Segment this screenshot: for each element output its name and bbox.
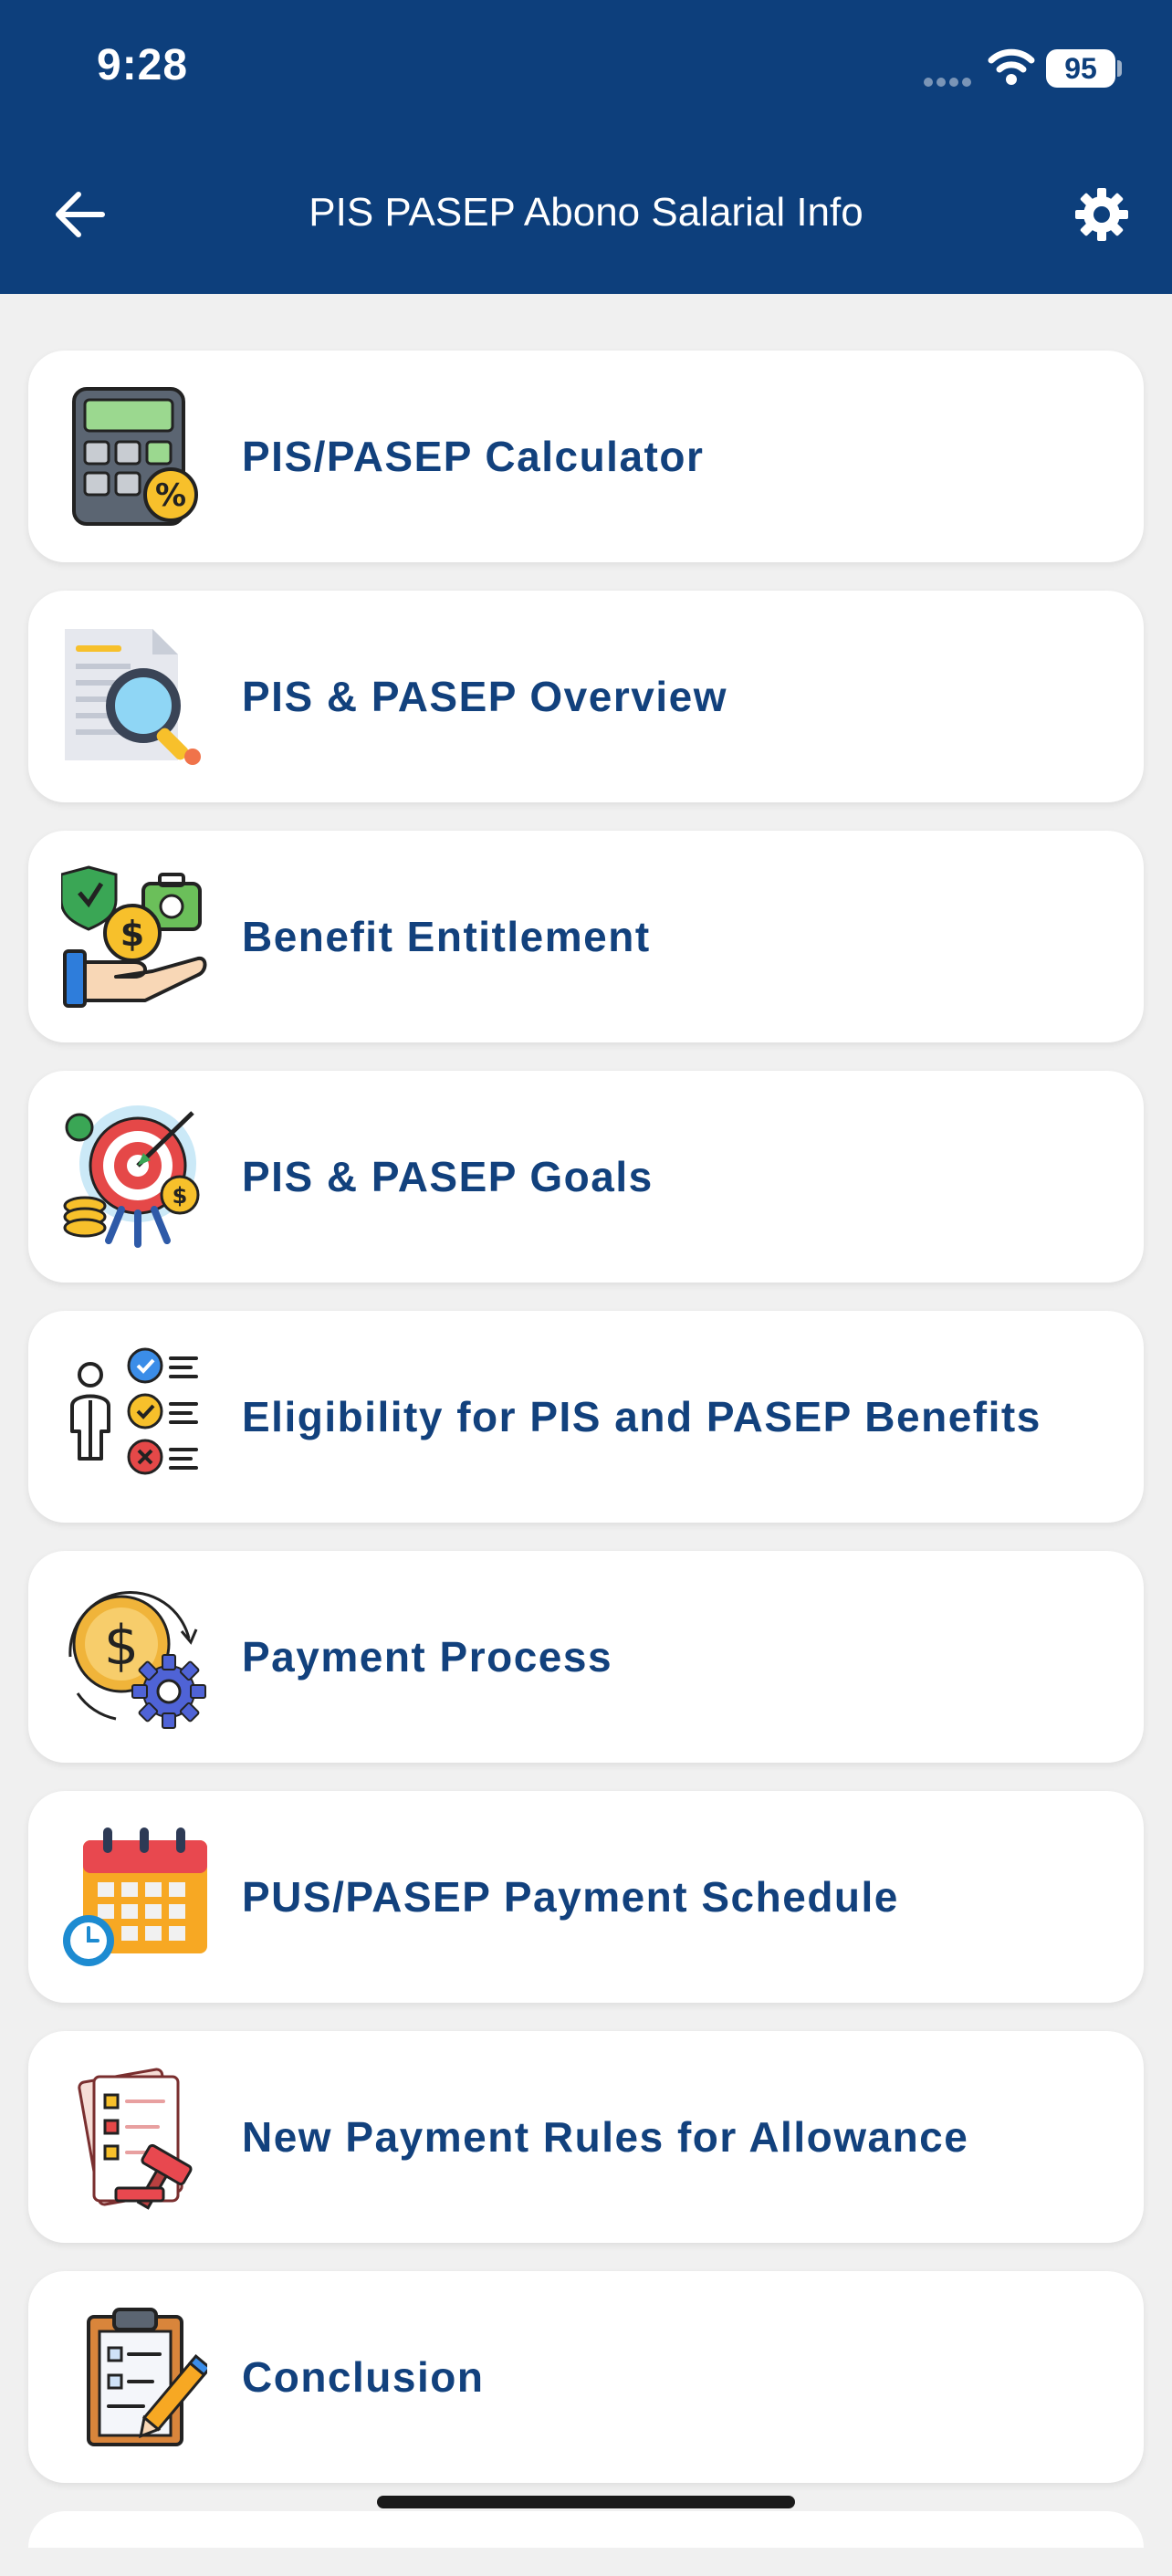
page-title: PIS PASEP Abono Salarial Info xyxy=(309,190,863,235)
checklist-person-icon xyxy=(70,1347,198,1475)
calculator-icon: % xyxy=(72,387,198,526)
svg-text:%: % xyxy=(155,477,186,514)
menu-item-overview[interactable]: PIS & PASEP Overview xyxy=(28,591,1144,802)
menu-item-payment-process[interactable]: $ Payment Process xyxy=(28,1551,1144,1763)
menu-item-new-payment-rules[interactable]: New Payment Rules for Allowance xyxy=(28,2031,1144,2243)
menu-item-eligibility[interactable]: Eligibility for PIS and PASEP Benefits xyxy=(28,1311,1144,1523)
menu-item-benefit-entitlement[interactable]: $ Benefit Entitlement xyxy=(28,831,1144,1042)
menu-item-calculator[interactable]: % PIS/PASEP Calculator xyxy=(28,351,1144,562)
settings-button[interactable] xyxy=(1073,186,1130,243)
menu-item-label: Eligibility for PIS and PASEP Benefits xyxy=(242,1393,1041,1440)
app-header: 9:28 95 PIS PASEP Abono Salarial Info xyxy=(0,0,1172,294)
coin-gear-icon: $ xyxy=(68,1591,206,1729)
status-time: 9:28 xyxy=(97,41,189,89)
target-goals-icon: $ xyxy=(63,1105,200,1248)
menu-item-payment-schedule[interactable]: PUS/PASEP Payment Schedule xyxy=(28,1791,1144,2003)
wifi-icon xyxy=(988,48,1035,85)
calendar-clock-icon xyxy=(63,1827,207,1966)
battery-tip xyxy=(1117,60,1122,77)
menu-item-goals[interactable]: $ PIS & PASEP Goals xyxy=(28,1071,1144,1283)
home-indicator xyxy=(377,2496,795,2508)
menu-item-label: PIS/PASEP Calculator xyxy=(242,433,705,480)
clipboard-pen-icon xyxy=(87,2308,207,2446)
rules-gavel-icon xyxy=(78,2068,193,2210)
menu-item-conclusion[interactable]: Conclusion xyxy=(28,2271,1144,2483)
menu-item-label: New Payment Rules for Allowance xyxy=(242,2113,969,2161)
svg-text:$: $ xyxy=(104,1614,139,1678)
menu-item-partial[interactable] xyxy=(28,2511,1144,2548)
menu-list: % PIS/PASEP Calculator PIS & PASEP Overv… xyxy=(28,351,1144,2576)
menu-item-label: PIS & PASEP Goals xyxy=(242,1153,654,1200)
menu-item-label: PIS & PASEP Overview xyxy=(242,673,727,720)
cellular-signal-icon xyxy=(924,75,975,91)
hand-money-icon: $ xyxy=(61,865,207,1008)
menu-item-label: Payment Process xyxy=(242,1633,613,1681)
svg-text:$: $ xyxy=(173,1183,188,1209)
menu-item-label: PUS/PASEP Payment Schedule xyxy=(242,1873,899,1921)
svg-text:$: $ xyxy=(120,914,144,954)
menu-item-label: Conclusion xyxy=(242,2353,485,2401)
document-search-icon xyxy=(65,629,201,765)
menu-item-label: Benefit Entitlement xyxy=(242,913,651,960)
battery-indicator: 95 xyxy=(1046,49,1115,88)
